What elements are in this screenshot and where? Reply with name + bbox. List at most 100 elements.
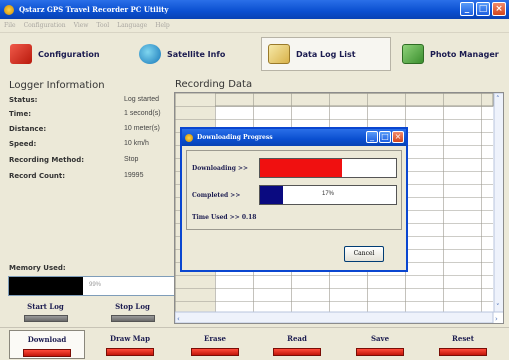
download-progress-dialog: Downloading Progress _ □ × Downloading >…: [180, 127, 408, 272]
reset-label: Reset: [452, 334, 474, 343]
download-indicator: [23, 349, 71, 357]
recording-method-label: Recording Method:: [9, 156, 85, 164]
logger-title: Logger Information: [9, 80, 105, 91]
grid-header-row: [175, 93, 494, 107]
record-count-label: Record Count:: [9, 172, 66, 180]
tab-photo-manager[interactable]: Photo Manager: [396, 37, 506, 71]
tab-photo-manager-label: Photo Manager: [430, 49, 499, 59]
scroll-down-arrow-icon[interactable]: ˅: [496, 303, 500, 311]
erase-label: Erase: [204, 334, 226, 343]
completed-label: Completed >>: [192, 192, 241, 199]
status-row: Status: Log started: [9, 96, 169, 107]
stop-log-button[interactable]: Stop Log: [95, 300, 170, 326]
vertical-scrollbar[interactable]: [493, 93, 504, 313]
erase-button[interactable]: Erase: [177, 330, 253, 359]
speed-label: Speed:: [9, 140, 37, 148]
status-label: Status:: [9, 96, 38, 104]
window-title: Qstarz GPS Travel Recorder PC Utility: [19, 5, 169, 14]
draw-map-label: Draw Map: [110, 334, 150, 343]
read-indicator: [273, 348, 321, 356]
tab-configuration[interactable]: Configuration: [4, 37, 128, 71]
data-log-notebook-icon: [268, 44, 290, 64]
satellite-globe-icon: [139, 44, 161, 64]
draw-map-button[interactable]: Draw Map: [92, 330, 168, 359]
time-label: Time:: [9, 110, 32, 118]
recording-method-row: Recording Method: Stop: [9, 156, 169, 167]
scroll-right-arrow-icon[interactable]: ›: [495, 315, 498, 323]
reset-indicator: [439, 348, 487, 356]
distance-label: Distance:: [9, 125, 47, 133]
menu-file[interactable]: File: [4, 22, 16, 29]
memory-used-text: 99%: [89, 282, 102, 288]
menu-configuration[interactable]: Configuration: [24, 22, 66, 29]
dialog-controls: _ □ ×: [366, 131, 404, 143]
photo-manager-icon: [402, 44, 424, 64]
distance-value: 10 meter(s): [124, 125, 160, 132]
scroll-up-arrow-icon[interactable]: ˄: [496, 95, 500, 103]
download-button[interactable]: Download: [9, 330, 85, 359]
tab-satellite-info-label: Satellite Info: [167, 49, 226, 59]
toolbar: Configuration Satellite Info Data Log Li…: [0, 34, 509, 74]
dialog-maximize-button[interactable]: □: [379, 131, 391, 143]
downloading-progress-bar: [259, 158, 397, 178]
dialog-title: Downloading Progress: [197, 134, 273, 141]
completed-progress-bar: 17%: [259, 185, 397, 205]
downloading-progress-fill: [260, 159, 342, 177]
app-window: Qstarz GPS Travel Recorder PC Utility _ …: [0, 0, 509, 360]
speed-row: Speed: 10 km/h: [9, 140, 169, 151]
menu-language[interactable]: Language: [117, 22, 147, 29]
tab-configuration-label: Configuration: [38, 49, 100, 59]
start-log-label: Start Log: [27, 302, 64, 311]
dialog-title-bar[interactable]: Downloading Progress _ □ ×: [182, 129, 406, 146]
menu-tool[interactable]: Tool: [96, 22, 109, 29]
time-row: Time: 1 second(s): [9, 110, 169, 121]
save-indicator: [356, 348, 404, 356]
reset-button[interactable]: Reset: [425, 330, 501, 359]
record-count-value: 19995: [124, 172, 144, 179]
downloading-label: Downloading >>: [192, 165, 249, 172]
download-label: Download: [27, 335, 67, 344]
time-value: 1 second(s): [124, 110, 161, 117]
scroll-left-arrow-icon[interactable]: ‹: [177, 315, 180, 323]
read-label: Read: [287, 334, 307, 343]
distance-row: Distance: 10 meter(s): [9, 125, 169, 136]
action-bar: Download Draw Map Erase Read Save Reset: [0, 327, 509, 360]
menu-bar: File Configuration View Tool Language He…: [0, 19, 509, 33]
minimize-button[interactable]: _: [460, 2, 474, 16]
app-icon: [4, 4, 14, 15]
dialog-minimize-button[interactable]: _: [366, 131, 378, 143]
configuration-icon: [10, 44, 32, 64]
status-value: Log started: [124, 96, 160, 103]
read-button[interactable]: Read: [259, 330, 335, 359]
horizontal-scrollbar[interactable]: [175, 311, 494, 323]
tab-satellite-info[interactable]: Satellite Info: [133, 37, 257, 71]
save-label: Save: [370, 334, 390, 343]
stop-log-indicator: [110, 315, 155, 322]
memory-used-fill: [9, 277, 84, 295]
recording-data-title: Recording Data: [175, 79, 253, 90]
tab-data-log-list[interactable]: Data Log List: [261, 37, 391, 71]
start-log-indicator: [23, 315, 68, 322]
window-controls: _ □ ×: [460, 2, 506, 16]
draw-map-indicator: [106, 348, 154, 356]
recording-method-value: Stop: [124, 156, 139, 163]
memory-used-label: Memory Used:: [9, 264, 66, 272]
close-button[interactable]: ×: [492, 2, 506, 16]
maximize-button[interactable]: □: [476, 2, 490, 16]
dialog-app-icon: [185, 133, 193, 142]
menu-help[interactable]: Help: [155, 22, 170, 29]
save-button[interactable]: Save: [342, 330, 418, 359]
stop-log-label: Stop Log: [115, 302, 150, 311]
memory-used-bar: 99%: [8, 276, 175, 296]
menu-view[interactable]: View: [74, 22, 89, 29]
speed-value: 10 km/h: [124, 140, 149, 147]
tab-data-log-list-label: Data Log List: [296, 49, 356, 59]
start-log-button[interactable]: Start Log: [8, 300, 83, 326]
erase-indicator: [191, 348, 239, 356]
title-bar[interactable]: Qstarz GPS Travel Recorder PC Utility _ …: [0, 0, 509, 19]
dialog-close-button[interactable]: ×: [392, 131, 404, 143]
logger-panel: Logger Information Status: Log started T…: [5, 78, 175, 326]
time-used-text: Time Used >> 0.18: [192, 214, 257, 221]
record-count-row: Record Count: 19995: [9, 172, 169, 183]
cancel-button[interactable]: Cancel: [344, 246, 384, 262]
